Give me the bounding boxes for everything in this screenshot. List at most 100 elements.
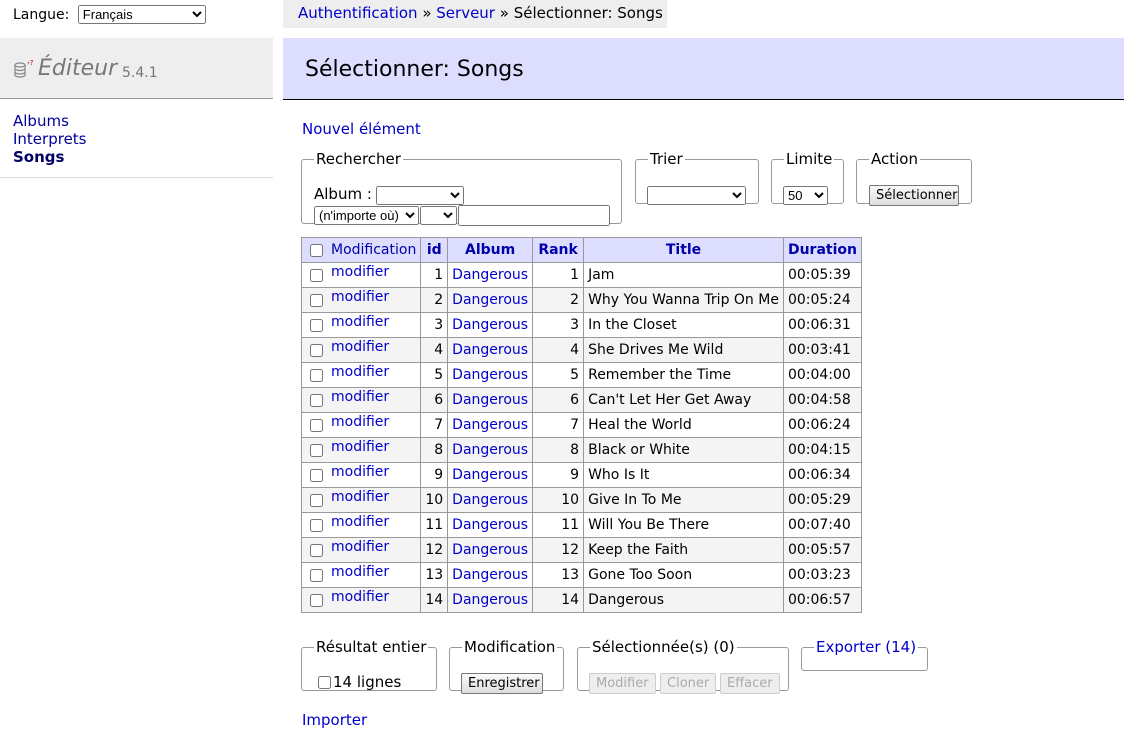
header-rank[interactable]: Rank	[532, 237, 585, 263]
delete-button[interactable]: Effacer	[720, 673, 780, 694]
edit-link[interactable]: modifier	[331, 339, 389, 355]
cell-duration: 00:05:24	[782, 287, 862, 313]
edit-link[interactable]: modifier	[331, 414, 389, 430]
cell-album: Dangerous	[447, 262, 534, 288]
row-checkbox[interactable]	[310, 418, 323, 432]
export-link[interactable]: Exporter (14)	[816, 638, 916, 656]
album-link[interactable]: Dangerous	[452, 492, 528, 508]
row-checkbox[interactable]	[310, 293, 323, 307]
album-filter-select[interactable]	[376, 186, 464, 205]
cell-title: In the Closet	[583, 312, 784, 338]
header-id[interactable]: id	[420, 237, 449, 263]
album-link[interactable]: Dangerous	[452, 542, 528, 558]
search-input[interactable]	[458, 205, 610, 226]
row-modification-cell: modifier	[300, 587, 422, 613]
row-checkbox[interactable]	[310, 568, 323, 582]
album-link[interactable]: Dangerous	[452, 292, 528, 308]
album-link[interactable]: Dangerous	[452, 317, 528, 333]
sidebar-item-albums[interactable]: Albums	[13, 112, 87, 130]
language-selector: Langue: Français	[13, 5, 206, 24]
sidebar-item-interprets[interactable]: Interprets	[13, 130, 87, 148]
breadcrumb-current: Sélectionner: Songs	[513, 4, 663, 22]
album-link[interactable]: Dangerous	[452, 267, 528, 283]
breadcrumb-auth-link[interactable]: Authentification	[298, 4, 418, 22]
edit-link[interactable]: modifier	[331, 489, 389, 505]
cell-duration: 00:03:23	[782, 562, 862, 588]
search-operator-select[interactable]	[420, 206, 457, 225]
album-link[interactable]: Dangerous	[452, 467, 528, 483]
row-checkbox[interactable]	[310, 493, 323, 507]
header-modification[interactable]: Modification	[300, 237, 422, 263]
row-checkbox[interactable]	[310, 343, 323, 357]
row-checkbox[interactable]	[310, 368, 323, 382]
clone-button[interactable]: Cloner	[660, 673, 717, 694]
cell-album: Dangerous	[447, 287, 534, 313]
row-checkbox[interactable]	[310, 518, 323, 532]
edit-link[interactable]: modifier	[331, 439, 389, 455]
row-checkbox[interactable]	[310, 468, 323, 482]
edit-link[interactable]: modifier	[331, 389, 389, 405]
edit-link[interactable]: modifier	[331, 564, 389, 580]
album-link[interactable]: Dangerous	[452, 442, 528, 458]
row-checkbox[interactable]	[310, 443, 323, 457]
header-album[interactable]: Album	[447, 237, 534, 263]
cell-album: Dangerous	[447, 512, 534, 538]
modify-button[interactable]: Modifier	[589, 673, 656, 694]
action-legend: Action	[871, 150, 918, 168]
edit-link[interactable]: modifier	[331, 364, 389, 380]
sort-select[interactable]	[647, 186, 746, 205]
edit-link[interactable]: modifier	[331, 289, 389, 305]
cell-rank: 1	[532, 262, 585, 288]
edit-link[interactable]: modifier	[331, 464, 389, 480]
select-button[interactable]: Sélectionner	[869, 185, 959, 206]
table-row: modifier 1 Dangerous 1 Jam 00:05:39	[300, 262, 862, 288]
table-row: modifier 2 Dangerous 2 Why You Wanna Trip On…	[300, 287, 862, 313]
table-row: modifier 3 Dangerous 3 In the Closet 00:06:31	[300, 312, 862, 338]
result-count-label[interactable]: 14 lignes	[318, 673, 401, 691]
cell-id: 2	[420, 287, 449, 313]
row-checkbox[interactable]	[310, 593, 323, 607]
cell-rank: 6	[532, 387, 585, 413]
row-checkbox[interactable]	[310, 543, 323, 557]
row-modification-cell: modifier	[300, 462, 422, 488]
cell-duration: 00:04:15	[782, 437, 862, 463]
row-checkbox[interactable]	[310, 393, 323, 407]
album-link[interactable]: Dangerous	[452, 567, 528, 583]
album-link[interactable]: Dangerous	[452, 367, 528, 383]
search-column-select[interactable]: (n'importe où)	[314, 206, 419, 225]
header-title[interactable]: Title	[583, 237, 784, 263]
album-link[interactable]: Dangerous	[452, 392, 528, 408]
cell-duration: 00:04:00	[782, 362, 862, 388]
cell-title: Why You Wanna Trip On Me	[583, 287, 784, 313]
new-item-link[interactable]: Nouvel élément	[302, 120, 421, 138]
album-link[interactable]: Dangerous	[452, 592, 528, 608]
row-checkbox[interactable]	[310, 268, 323, 282]
edit-link[interactable]: modifier	[331, 589, 389, 605]
row-modification-cell: modifier	[300, 562, 422, 588]
sidebar-item-songs[interactable]: Songs	[13, 148, 87, 166]
cell-album: Dangerous	[447, 587, 534, 613]
limit-select[interactable]: 50	[783, 186, 828, 205]
table-row: modifier 7 Dangerous 7 Heal the World 00:06:2…	[300, 412, 862, 438]
edit-link[interactable]: modifier	[331, 514, 389, 530]
edit-link[interactable]: modifier	[331, 539, 389, 555]
save-button[interactable]: Enregistrer	[461, 673, 543, 694]
header-duration[interactable]: Duration	[782, 237, 862, 263]
language-label: Langue:	[13, 7, 70, 23]
album-link[interactable]: Dangerous	[452, 517, 528, 533]
album-link[interactable]: Dangerous	[452, 417, 528, 433]
edit-link[interactable]: modifier	[331, 264, 389, 280]
table-row: modifier 10 Dangerous 10 Give In To Me 00:05:…	[300, 487, 862, 513]
album-link[interactable]: Dangerous	[452, 342, 528, 358]
app-header: ‹? Éditeur 5.4.1	[0, 38, 273, 99]
cell-rank: 5	[532, 362, 585, 388]
language-select[interactable]: Français	[77, 5, 206, 24]
breadcrumb-server-link[interactable]: Serveur	[436, 4, 495, 22]
album-filter-label: Album :	[314, 185, 372, 203]
import-link[interactable]: Importer	[302, 711, 367, 729]
all-results-checkbox[interactable]	[318, 676, 331, 689]
sidebar-divider	[0, 177, 273, 178]
row-checkbox[interactable]	[310, 318, 323, 332]
edit-link[interactable]: modifier	[331, 314, 389, 330]
select-all-checkbox[interactable]	[310, 243, 323, 257]
